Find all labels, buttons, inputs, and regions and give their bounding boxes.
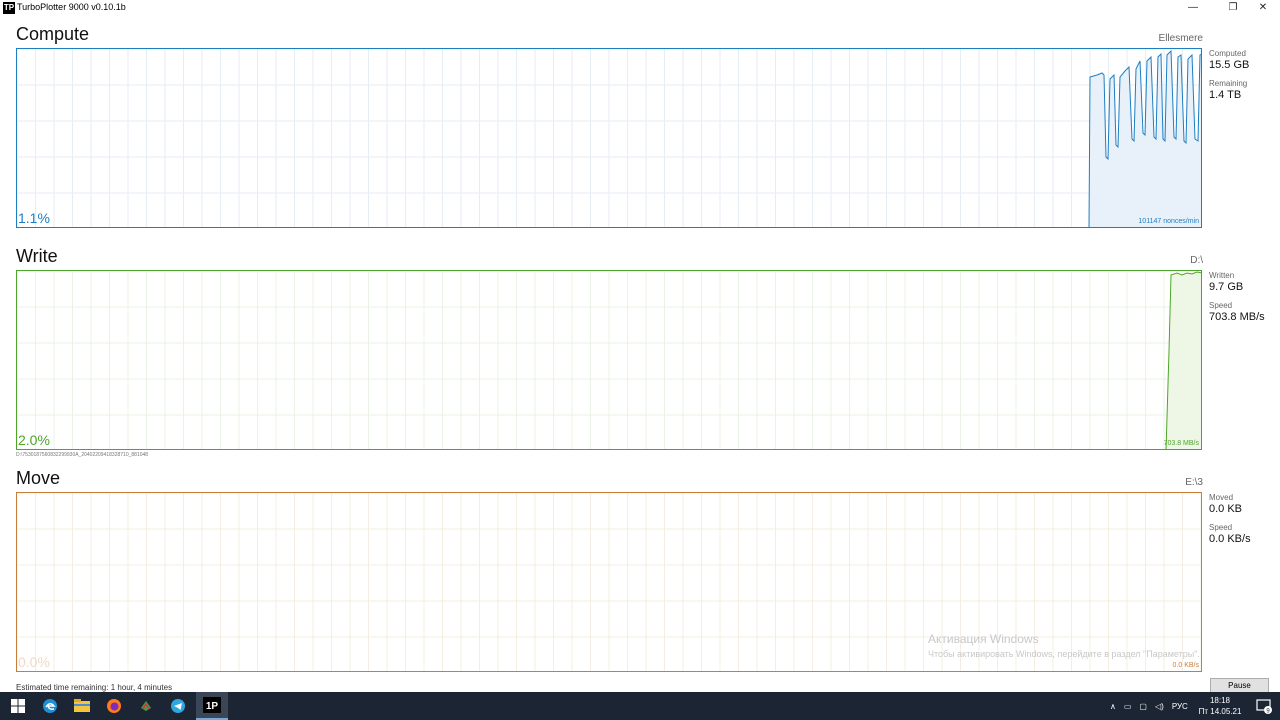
tray-icons: ∧ ▭ ▢ ◁) РУС (1110, 692, 1188, 720)
write-graph-canvas (17, 271, 1201, 449)
minimize-button[interactable]: — (1176, 0, 1210, 16)
show-hidden-icons-icon[interactable]: ∧ (1110, 702, 1116, 711)
compute-percent: 1.1% (18, 210, 50, 226)
write-device-label: D:\ (1190, 255, 1203, 266)
file-explorer-icon[interactable] (66, 692, 98, 720)
move-title: Move (16, 468, 61, 488)
system-clock[interactable]: 18:18 Пт 14.05.21 (1195, 695, 1245, 717)
remaining-value: 1.4 TB (1209, 89, 1242, 101)
clock-time: 18:18 (1209, 696, 1231, 705)
write-trace-area (1166, 272, 1201, 449)
computed-value: 15.5 GB (1209, 59, 1250, 71)
moved-label: Moved (1209, 493, 1234, 502)
svg-text:1P: 1P (206, 701, 219, 712)
clock-date: Пт 14.05.21 (1198, 707, 1242, 716)
network-icon[interactable]: ▭ (1124, 702, 1132, 711)
volume-icon[interactable]: ◁) (1155, 702, 1164, 711)
move-rate: 0.0 KB/s (1172, 662, 1199, 669)
write-speed-value: 703.8 MB/s (1209, 311, 1265, 323)
activation-watermark-text: Чтобы активировать Windows, перейдите в … (928, 649, 1200, 659)
move-speed-label: Speed (1209, 523, 1233, 532)
maximize-button[interactable]: ❐ (1216, 0, 1250, 16)
activation-watermark-title: Активация Windows (928, 632, 1039, 646)
window-title: TurboPlotter 9000 v0.10.1b (17, 2, 126, 12)
moved-value: 0.0 KB (1209, 503, 1243, 515)
remaining-label: Remaining (1209, 79, 1248, 88)
taskbar: 1P ∧ ▭ ▢ ◁) РУС 18:18 Пт 14.05.21 9 (0, 692, 1280, 720)
write-rate: 703.8 MB/s (1163, 440, 1199, 447)
move-speed-value: 0.0 KB/s (1209, 533, 1251, 545)
display-icon[interactable]: ▢ (1139, 702, 1147, 711)
write-title: Write (16, 246, 58, 266)
close-button[interactable]: ✕ (1246, 0, 1280, 16)
telegram-icon[interactable] (162, 692, 194, 720)
compute-rate: 101147 nonces/min (1138, 218, 1199, 225)
windows-start-icon[interactable] (2, 692, 34, 720)
written-label: Written (1209, 271, 1235, 280)
compute-device-label: Ellesmere (1158, 33, 1203, 44)
notifications-icon[interactable]: 9 (1248, 692, 1280, 720)
compute-graph-canvas (17, 49, 1201, 227)
move-percent: 0.0% (18, 654, 50, 670)
app-logo-icon: TP (3, 2, 15, 14)
edge-icon[interactable] (34, 692, 66, 720)
plot-file-path: D:\7530187560832299930A_2040220941832871… (16, 452, 149, 458)
write-speed-label: Speed (1209, 301, 1233, 310)
written-value: 9.7 GB (1209, 281, 1244, 293)
language-indicator[interactable]: РУС (1172, 702, 1188, 711)
estimated-time-remaining: Estimated time remaining: 1 hour, 4 minu… (16, 683, 173, 692)
turboplotter-taskbar-icon[interactable]: 1P (196, 692, 228, 720)
move-device-label: E:\3 (1185, 477, 1203, 488)
write-percent: 2.0% (18, 432, 50, 448)
pause-button[interactable]: Pause (1210, 678, 1269, 693)
compute-graph: 1.1% 101147 nonces/min (16, 48, 1202, 228)
green-app-icon[interactable] (130, 692, 162, 720)
title-bar: TP TurboPlotter 9000 v0.10.1b — ❐ ✕ (0, 0, 1280, 16)
firefox-icon[interactable] (98, 692, 130, 720)
write-graph: 2.0% 703.8 MB/s (16, 270, 1202, 450)
compute-title: Compute (16, 24, 90, 44)
computed-label: Computed (1209, 49, 1246, 58)
